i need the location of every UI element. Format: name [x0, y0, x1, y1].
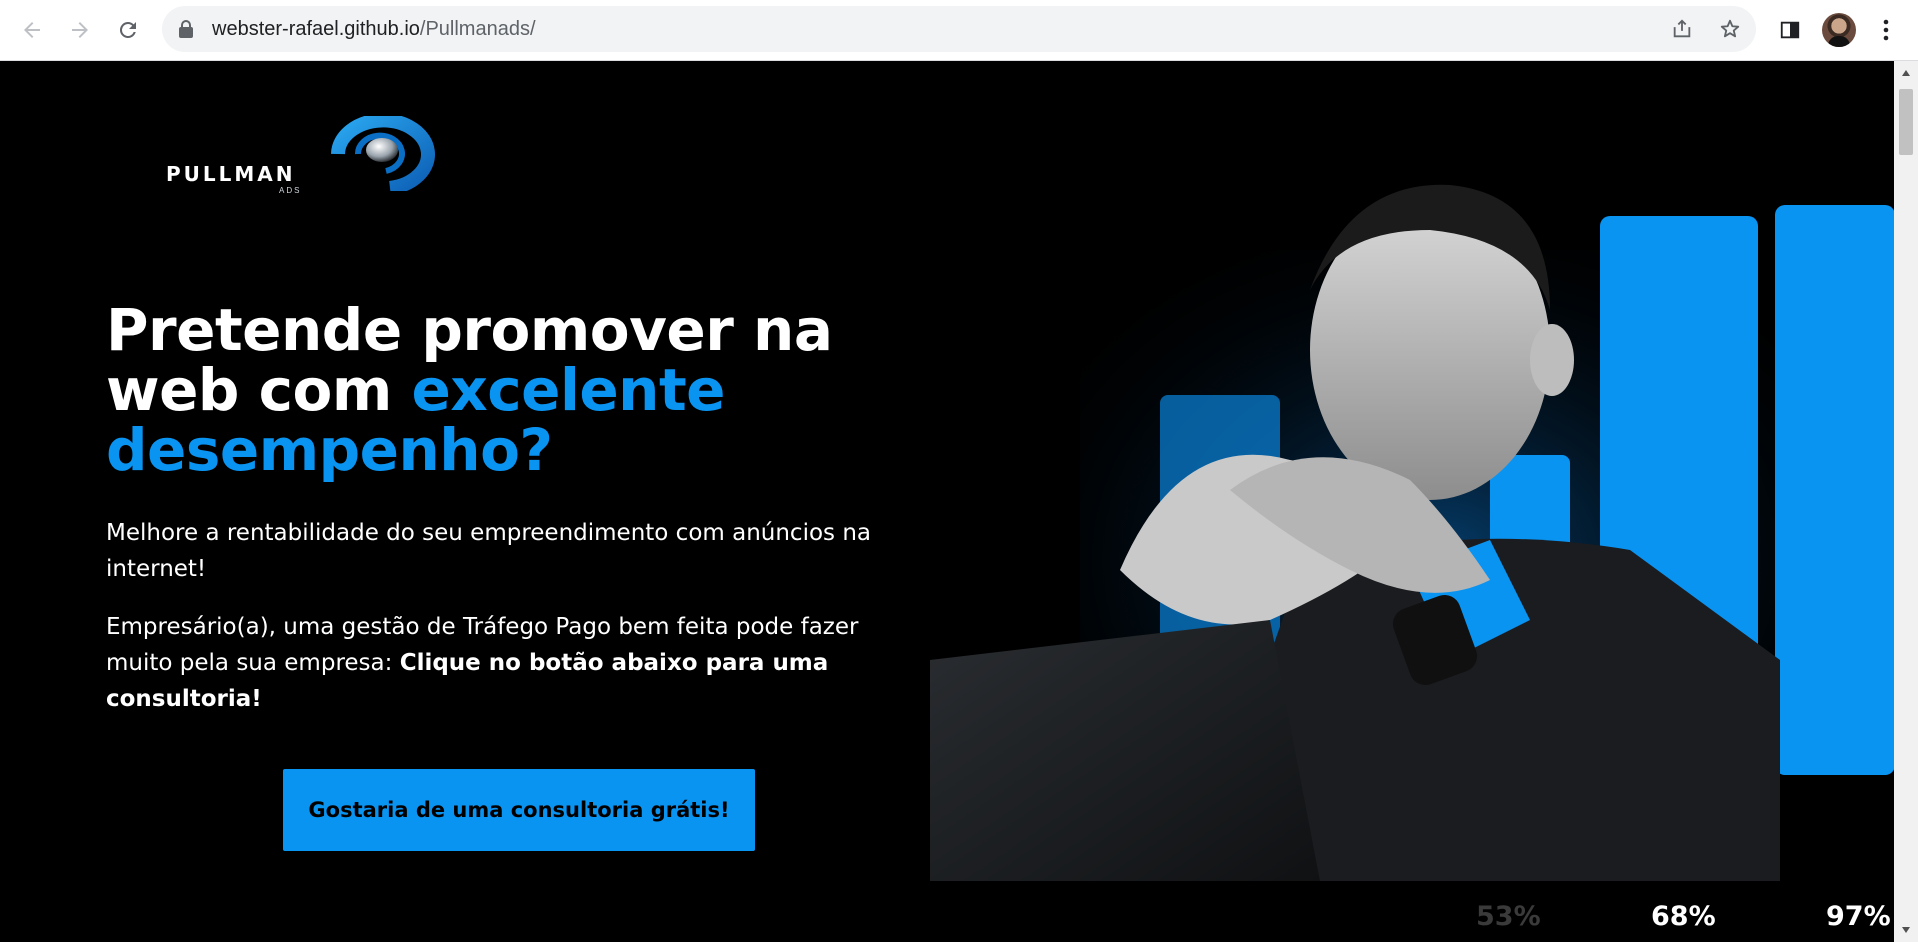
address-bar[interactable]: webster-rafael.github.io/Pullmanads/	[162, 6, 1756, 52]
lock-icon	[178, 20, 194, 43]
kebab-menu-icon[interactable]	[1870, 14, 1902, 46]
reload-icon	[119, 21, 136, 38]
hero-subtitle: Melhore a rentabilidade do seu empreendi…	[106, 520, 872, 582]
scroll-up-arrow-icon[interactable]	[1894, 61, 1918, 85]
profile-avatar[interactable]	[1822, 13, 1856, 47]
hero-image	[930, 100, 1894, 881]
star-icon[interactable]	[1718, 17, 1742, 41]
hero-illustration	[930, 184, 1894, 881]
stat-percentage: 68%	[1651, 901, 1716, 932]
arrow-right-icon	[72, 22, 88, 38]
hero-body: Empresário(a), uma gestão de Tráfego Pag…	[106, 609, 896, 717]
reload-button[interactable]	[112, 14, 144, 46]
stat-percentage: 97%	[1826, 901, 1891, 932]
url-path: /Pullmanads/	[419, 18, 536, 40]
free-consultation-button[interactable]: Gostaria de uma consultoria grátis!	[283, 769, 755, 851]
arrow-left-icon	[24, 22, 40, 38]
stat-percentage: 53%	[1476, 901, 1541, 932]
scrollbar-thumb[interactable]	[1899, 89, 1913, 155]
page-viewport: PULLMAN ADS Pretende promover na web com…	[0, 61, 1894, 942]
pullman-logo[interactable]: PULLMAN ADS	[166, 116, 436, 206]
side-panel-icon[interactable]	[1774, 14, 1806, 46]
logo-subtext: ADS	[279, 186, 302, 195]
page-scrollbar[interactable]	[1894, 61, 1918, 942]
logo-wordmark: PULLMAN	[166, 162, 296, 186]
scroll-down-arrow-icon[interactable]	[1894, 918, 1918, 942]
forward-button[interactable]	[64, 14, 96, 46]
back-button[interactable]	[16, 14, 48, 46]
browser-toolbar: webster-rafael.github.io/Pullmanads/	[0, 0, 1918, 61]
hero-headline: Pretende promover na web com excelente d…	[106, 300, 926, 480]
share-icon[interactable]	[1670, 17, 1694, 41]
url-text: webster-rafael.github.io/Pullmanads/	[212, 18, 536, 41]
url-host: webster-rafael.github.io	[212, 18, 420, 40]
logo-mark-icon	[331, 116, 435, 191]
